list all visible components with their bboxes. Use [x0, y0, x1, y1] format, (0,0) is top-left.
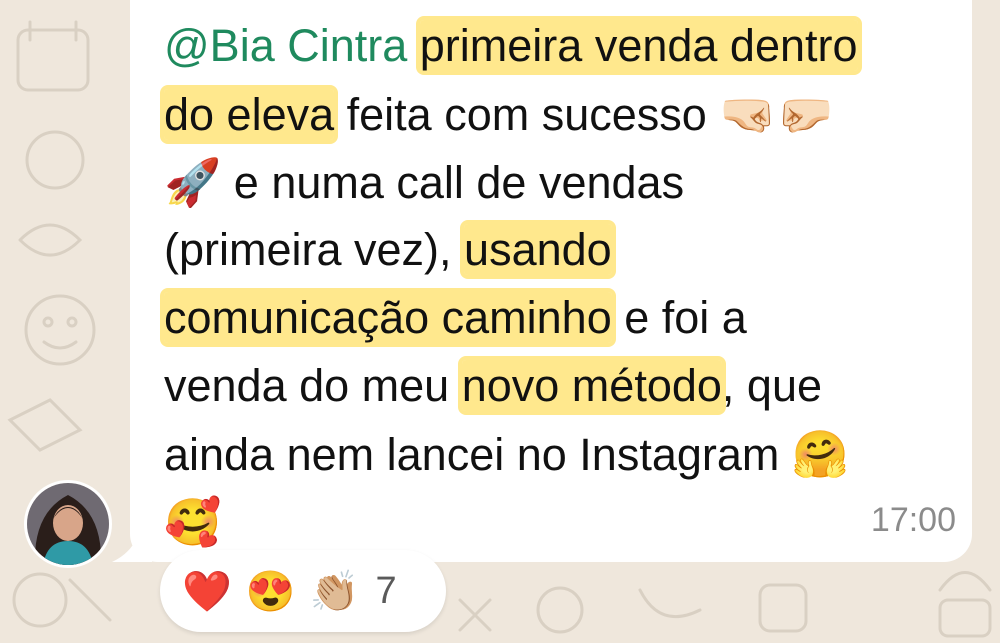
message-text-segment: e foi a — [611, 292, 747, 343]
message-line: 🥰 — [164, 488, 964, 556]
mention-link[interactable]: @Bia Cintra — [164, 20, 407, 71]
clapping-hands-icon[interactable]: 👏🏼 — [310, 568, 360, 615]
message-text-segment: (primeira vez), — [164, 224, 465, 275]
rocket-emoji-icon: 🚀 — [164, 156, 222, 208]
highlighted-text: do eleva — [164, 89, 335, 140]
hugging-face-emoji-icon: 🤗 — [791, 428, 850, 480]
highlighted-text: primeira venda dentro — [419, 20, 858, 71]
highlighted-text: comunicação caminho — [164, 292, 612, 343]
message-line: 🚀 e numa call de vendas — [164, 148, 964, 216]
message-line: venda do meu novo método, que — [164, 352, 964, 420]
smiling-face-hearts-emoji-icon: 🥰 — [164, 496, 222, 548]
message-text-segment: feita com sucesso — [334, 89, 720, 140]
message-timestamp: 17:00 — [870, 501, 956, 539]
message-bubble[interactable]: @Bia Cintra primeira venda dentro do ele… — [130, 0, 972, 562]
fist-bump-emoji-icon: 🤜🏻🤛🏻 — [719, 88, 834, 140]
heart-eyes-icon[interactable]: 😍 — [246, 568, 296, 615]
message-line: (primeira vez), usando — [164, 216, 964, 284]
message-line: @Bia Cintra primeira venda dentro — [164, 12, 964, 80]
message-text: @Bia Cintra primeira venda dentro do ele… — [164, 12, 964, 556]
avatar-photo — [27, 483, 109, 565]
message-line: do eleva feita com sucesso 🤜🏻🤛🏻 — [164, 80, 964, 148]
heart-icon[interactable]: ❤️ — [182, 568, 232, 615]
message-line: ainda nem lancei no Instagram 🤗 — [164, 420, 964, 488]
message-line: comunicação caminho e foi a — [164, 284, 964, 352]
highlighted-text: novo método — [461, 360, 722, 411]
reactions-bar[interactable]: ❤️ 😍 👏🏼 7 — [160, 550, 446, 632]
message-text-segment: e numa call de vendas — [221, 157, 685, 208]
highlighted-text: usando — [464, 224, 612, 275]
message-text-segment: , que — [721, 360, 822, 411]
message-text-segment: ainda nem lancei no Instagram — [164, 429, 792, 480]
message-text-segment: venda do meu — [164, 360, 462, 411]
avatar[interactable] — [24, 480, 112, 568]
reaction-count: 7 — [375, 569, 397, 612]
